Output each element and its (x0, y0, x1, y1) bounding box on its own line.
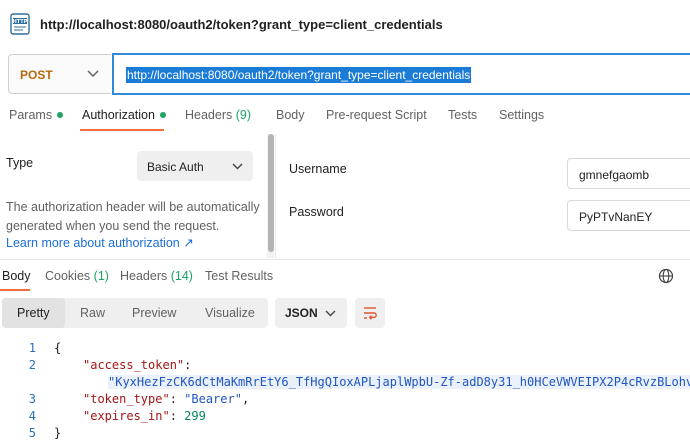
request-tabs: Params Authorization Headers (9) Body Pr… (0, 100, 690, 132)
tab-pre-request-script[interactable]: Pre-request Script (326, 108, 427, 122)
auth-type-panel: Type Basic Auth The authorization header… (0, 134, 266, 258)
username-label: Username (289, 162, 347, 176)
response-view-switcher: Pretty Raw Preview Visualize (2, 298, 268, 328)
view-pretty-button[interactable]: Pretty (17, 306, 50, 320)
code-close-brace: } (54, 426, 62, 440)
response-active-tab-indicator (0, 289, 30, 291)
format-select[interactable]: JSON (275, 298, 347, 328)
response-tab-cookies-label: Cookies (45, 269, 91, 283)
tab-authorization-label: Authorization (82, 108, 155, 122)
title-bar: HTTP http://localhost:8080/oauth2/token?… (0, 0, 690, 48)
authorization-active-dot (159, 111, 166, 118)
token-type-key: "token_type" (83, 392, 170, 406)
response-tab-body[interactable]: Body (2, 269, 31, 283)
line-number: 2 (28, 358, 36, 372)
url-input[interactable]: http://localhost:8080/oauth2/token?grant… (112, 53, 690, 95)
http-file-icon: HTTP (10, 13, 30, 35)
password-field[interactable]: PyPTvNanEY (567, 200, 690, 231)
tab-tests[interactable]: Tests (448, 108, 477, 122)
chevron-down-icon (87, 70, 99, 78)
code-line-access-token: "access_token": (83, 358, 192, 372)
expires-in-value: 299 (184, 409, 206, 423)
method-select[interactable]: POST (8, 54, 111, 94)
request-title: http://localhost:8080/oauth2/token?grant… (40, 17, 443, 32)
chevron-down-icon (325, 310, 336, 317)
response-tab-test-results[interactable]: Test Results (205, 269, 273, 283)
username-value: gmnefgaomb (579, 168, 650, 182)
wrap-lines-button[interactable] (355, 298, 385, 328)
line-number: 5 (28, 426, 36, 440)
code-open-brace: { (54, 341, 62, 355)
response-divider[interactable] (0, 259, 690, 260)
auth-type-value: Basic Auth (147, 160, 204, 174)
response-tab-headers[interactable]: Headers (14) (120, 269, 193, 283)
response-tab-headers-count: (14) (170, 269, 193, 283)
tab-headers-count: (9) (235, 108, 252, 122)
username-field[interactable]: gmnefgaomb (567, 158, 690, 189)
learn-more-link[interactable]: Learn more about authorization ↗ (6, 235, 194, 250)
line-number: 3 (28, 392, 36, 406)
response-tab-headers-label: Headers (120, 269, 168, 283)
access-token-key: "access_token" (83, 358, 185, 372)
token-type-value: "Bearer" (184, 392, 242, 406)
tab-body[interactable]: Body (276, 108, 305, 122)
response-tabs: Body Cookies (1) Headers (14) Test Resul… (0, 262, 690, 291)
params-active-dot (57, 111, 64, 118)
response-body-code[interactable]: 1 2 3 4 5 { "access_token": "KyxHezFzCK6… (0, 336, 690, 441)
auth-description: The authorization header will be automat… (6, 200, 260, 233)
auth-credentials-panel: Username gmnefgaomb Password PyPTvNanEY (276, 134, 690, 258)
svg-text:HTTP: HTTP (13, 19, 28, 25)
tab-authorization[interactable]: Authorization (82, 108, 166, 122)
code-line-expires-in: "expires_in": 299 (83, 409, 206, 423)
response-tab-cookies-count: (1) (93, 269, 109, 283)
chevron-down-icon (232, 163, 243, 170)
method-label: POST (20, 68, 53, 82)
format-value: JSON (285, 306, 318, 320)
view-preview-button[interactable]: Preview (132, 306, 176, 320)
view-raw-button[interactable]: Raw (80, 306, 105, 320)
auth-scrollbar[interactable] (268, 134, 274, 252)
tab-params[interactable]: Params (9, 108, 64, 122)
access-token-value: "KyxHezFzCK6dCtMaKmRrEtY6_TfHgQIoxAPLjap… (108, 375, 690, 389)
line-number: 4 (28, 409, 36, 423)
code-line-token-type: "token_type": "Bearer", (83, 392, 250, 406)
auth-type-select[interactable]: Basic Auth (137, 151, 253, 181)
password-label: Password (289, 205, 344, 219)
auth-type-label: Type (6, 156, 34, 170)
active-tab-indicator (80, 129, 164, 131)
line-number: 1 (28, 341, 36, 355)
wrap-lines-icon (364, 307, 377, 320)
tab-params-label: Params (9, 108, 53, 122)
url-text: http://localhost:8080/oauth2/token?grant… (126, 67, 472, 83)
response-tab-cookies[interactable]: Cookies (1) (45, 269, 109, 283)
tab-settings[interactable]: Settings (499, 108, 544, 122)
globe-icon[interactable] (658, 268, 674, 284)
password-value: PyPTvNanEY (579, 210, 653, 224)
view-visualize-button[interactable]: Visualize (205, 306, 255, 320)
tab-headers[interactable]: Headers (9) (185, 108, 251, 122)
tab-headers-label: Headers (185, 108, 233, 122)
expires-in-key: "expires_in" (83, 409, 170, 423)
